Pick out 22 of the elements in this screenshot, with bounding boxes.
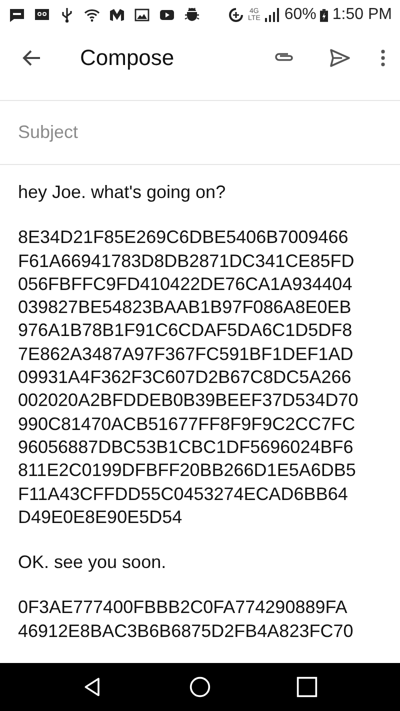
more-options-icon[interactable] — [380, 47, 386, 69]
signal-icon — [264, 7, 280, 23]
recents-icon[interactable] — [296, 676, 318, 698]
send-icon[interactable] — [328, 46, 352, 70]
play-icon — [159, 7, 175, 23]
message-text: OK. see you soon. — [18, 551, 168, 574]
clock-time: 1:50 PM — [332, 6, 392, 24]
voicemail-icon — [34, 7, 50, 23]
message-icon — [9, 7, 25, 23]
battery-icon — [320, 8, 328, 22]
usb-icon — [59, 7, 75, 23]
message-text: hey Joe. what's going on? — [18, 181, 227, 204]
data-saver-icon — [228, 7, 244, 23]
m-logo-icon — [109, 7, 125, 23]
message-text: 0F3AE777400FBBB2C0FA774290889FA 46912E8BAC3B6B6875D2FB4A823FC70 — [18, 596, 354, 643]
screen-title: Compose — [80, 45, 176, 71]
image-icon — [134, 7, 150, 23]
battery-percent: 60% — [284, 6, 316, 24]
wifi-icon — [84, 7, 100, 23]
message-text: 8E34D21F85E269C6DBE5406B7009466 F61A66941783D8DB2871DC341CE85FD 056FBFFC9FD410422DE76CA1A934404 039827BE54823BAAB1B97F086A8E0EB 976A1B78B1F91C6CDAF5DA6C1D5DF8 7E862A3487A97F367FC591BF1DEF1AD 09931A4F362F3C607D2B67C8DC5A266 002020A2BFDDEB0B39BEEF37D534D70 990C81470ACB51677FF8F9F9C2CC7FC 96056887DBC53B1CBC1DF5696024BF6 811E2C0199DFBFF20BB266D1E5A6DB5 F11A43CFFDD55C0453274ECAD6BB64 D49E0E8E90E5D54 — [18, 226, 360, 529]
home-icon[interactable] — [188, 676, 211, 698]
bug-icon — [184, 7, 200, 23]
